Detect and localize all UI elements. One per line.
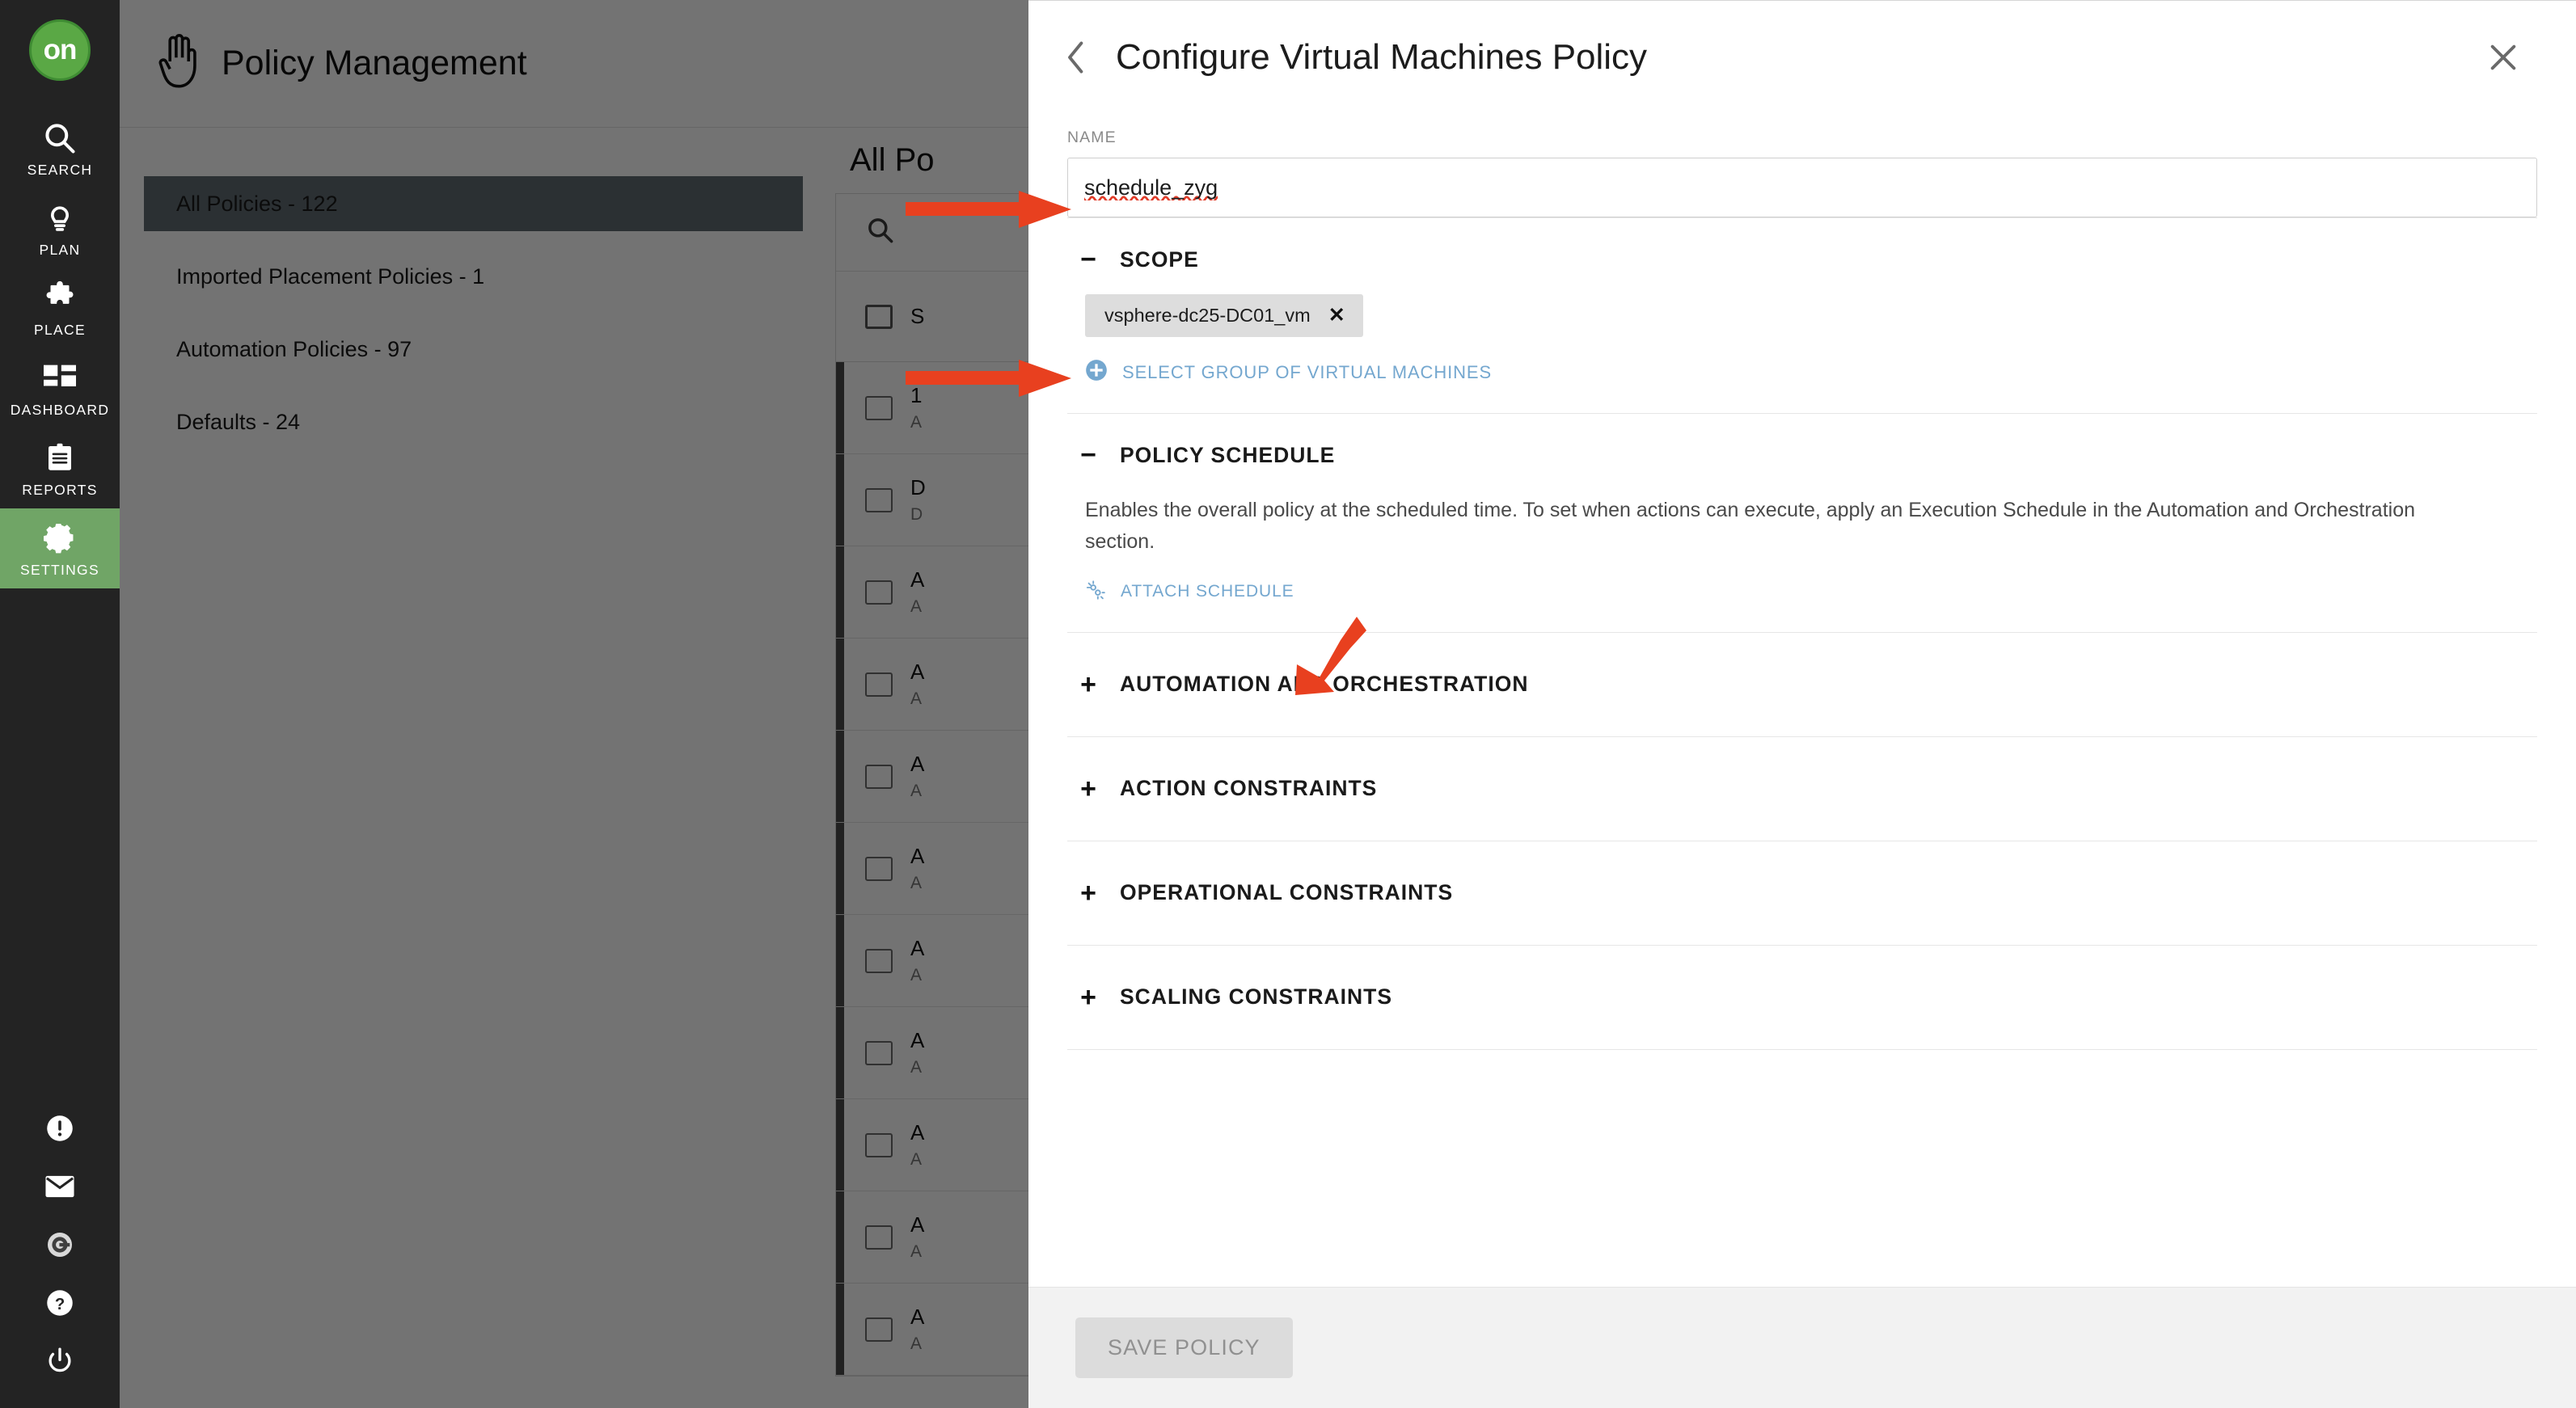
action-constraints-title: ACTION CONSTRAINTS bbox=[1120, 776, 1378, 800]
alert-icon[interactable] bbox=[0, 1099, 120, 1157]
sidebar-item-place[interactable]: PLACE bbox=[0, 268, 120, 348]
app-root: on SEARCH PLAN PLACE DASHBOARD REPORTS S… bbox=[0, 0, 2576, 1408]
primary-navigation-rail: on SEARCH PLAN PLACE DASHBOARD REPORTS S… bbox=[0, 0, 120, 1408]
plus-icon: + bbox=[1080, 877, 1096, 908]
grid-icon bbox=[42, 360, 78, 397]
svg-text:?: ? bbox=[55, 1296, 65, 1313]
save-policy-button[interactable]: SAVE POLICY bbox=[1075, 1317, 1293, 1378]
plus-icon: + bbox=[1080, 668, 1096, 700]
automation-and-orchestration-section-header[interactable]: + AUTOMATION AND ORCHESTRATION bbox=[1067, 633, 2537, 736]
scaling-constraints-section: + SCALING CONSTRAINTS bbox=[1067, 944, 2537, 1049]
policy-schedule-description: Enables the overall policy at the schedu… bbox=[1085, 499, 2415, 553]
operational-constraints-section-header[interactable]: + OPERATIONAL CONSTRAINTS bbox=[1067, 841, 2537, 945]
policy-schedule-section-title: POLICY SCHEDULE bbox=[1120, 442, 1336, 467]
sidebar-label-plan: PLAN bbox=[39, 242, 81, 258]
sections-bottom-divider bbox=[1067, 1048, 2537, 1050]
attach-schedule-link-label: ATTACH SCHEDULE bbox=[1121, 582, 1294, 601]
close-icon[interactable] bbox=[2487, 41, 2519, 74]
lightbulb-icon bbox=[42, 200, 78, 237]
select-group-link-label: SELECT GROUP OF VIRTUAL MACHINES bbox=[1122, 361, 1493, 382]
search-icon bbox=[42, 120, 78, 157]
power-icon[interactable] bbox=[0, 1332, 120, 1390]
scaling-constraints-section-header[interactable]: + SCALING CONSTRAINTS bbox=[1067, 946, 2537, 1049]
sidebar-label-place: PLACE bbox=[34, 322, 86, 338]
panel-header: Configure Virtual Machines Policy bbox=[1028, 1, 2576, 114]
plus-icon: + bbox=[1080, 981, 1096, 1013]
scope-chip[interactable]: vsphere-dc25-DC01_vm ✕ bbox=[1085, 294, 1363, 337]
action-constraints-section: + ACTION CONSTRAINTS bbox=[1067, 736, 2537, 841]
attach-schedule-icon bbox=[1085, 580, 1106, 605]
panel-title: Configure Virtual Machines Policy bbox=[1116, 37, 1648, 77]
sidebar-label-dashboard: DASHBOARD bbox=[10, 402, 110, 418]
sidebar-item-search[interactable]: SEARCH bbox=[0, 108, 120, 188]
automation-and-orchestration-title: AUTOMATION AND ORCHESTRATION bbox=[1120, 672, 1529, 696]
panel-body: NAME − SCOPE vsphere-dc25-DC01_vm ✕ bbox=[1028, 114, 2576, 1287]
sidebar-label-search: SEARCH bbox=[27, 162, 93, 178]
plus-circle-icon bbox=[1085, 359, 1108, 386]
configure-policy-panel: Configure Virtual Machines Policy NAME −… bbox=[1028, 0, 2576, 1408]
sidebar-label-settings: SETTINGS bbox=[20, 562, 99, 578]
policy-schedule-section-header[interactable]: − POLICY SCHEDULE bbox=[1067, 414, 2537, 490]
sidebar-item-plan[interactable]: PLAN bbox=[0, 188, 120, 268]
scope-chip-label: vsphere-dc25-DC01_vm bbox=[1104, 305, 1311, 326]
policy-name-input[interactable] bbox=[1067, 158, 2537, 217]
operational-constraints-section: + OPERATIONAL CONSTRAINTS bbox=[1067, 840, 2537, 945]
help-icon[interactable]: ? bbox=[0, 1274, 120, 1332]
policy-schedule-section-body: Enables the overall policy at the schedu… bbox=[1067, 495, 2537, 632]
minus-icon: − bbox=[1080, 244, 1096, 275]
rail-bottom-icons: ? bbox=[0, 1099, 120, 1408]
action-constraints-section-header[interactable]: + ACTION CONSTRAINTS bbox=[1067, 737, 2537, 841]
sidebar-item-dashboard[interactable]: DASHBOARD bbox=[0, 348, 120, 428]
plus-icon: + bbox=[1080, 773, 1096, 804]
scope-section: − SCOPE vsphere-dc25-DC01_vm ✕ SELECT GR… bbox=[1067, 217, 2537, 413]
minus-icon: − bbox=[1080, 440, 1096, 470]
operational-constraints-title: OPERATIONAL CONSTRAINTS bbox=[1120, 880, 1454, 904]
select-group-of-virtual-machines-link[interactable]: SELECT GROUP OF VIRTUAL MACHINES bbox=[1085, 359, 2537, 386]
attach-schedule-link[interactable]: ATTACH SCHEDULE bbox=[1085, 580, 2537, 605]
name-field-label: NAME bbox=[1067, 129, 1117, 146]
gear-icon bbox=[41, 520, 78, 557]
panel-footer: SAVE POLICY bbox=[1028, 1287, 2576, 1408]
app-logo[interactable]: on bbox=[29, 19, 91, 81]
mail-icon[interactable] bbox=[0, 1157, 120, 1216]
puzzle-icon bbox=[41, 280, 78, 317]
scope-section-title: SCOPE bbox=[1120, 247, 1199, 272]
chevron-left-icon[interactable] bbox=[1040, 38, 1113, 77]
automation-and-orchestration-section: + AUTOMATION AND ORCHESTRATION bbox=[1067, 631, 2537, 736]
scope-section-header[interactable]: − SCOPE bbox=[1067, 218, 2537, 294]
sidebar-item-settings[interactable]: SETTINGS bbox=[0, 508, 120, 588]
scope-section-body: vsphere-dc25-DC01_vm ✕ SELECT GROUP OF V… bbox=[1067, 294, 2537, 413]
policy-schedule-section: − POLICY SCHEDULE Enables the overall po… bbox=[1067, 413, 2537, 632]
g-circle-icon[interactable] bbox=[0, 1216, 120, 1274]
close-icon[interactable]: ✕ bbox=[1328, 306, 1345, 326]
sidebar-label-reports: REPORTS bbox=[22, 482, 98, 498]
scaling-constraints-title: SCALING CONSTRAINTS bbox=[1120, 984, 1392, 1009]
sidebar-item-reports[interactable]: REPORTS bbox=[0, 428, 120, 508]
clipboard-icon bbox=[43, 440, 77, 477]
app-logo-text: on bbox=[43, 34, 78, 65]
